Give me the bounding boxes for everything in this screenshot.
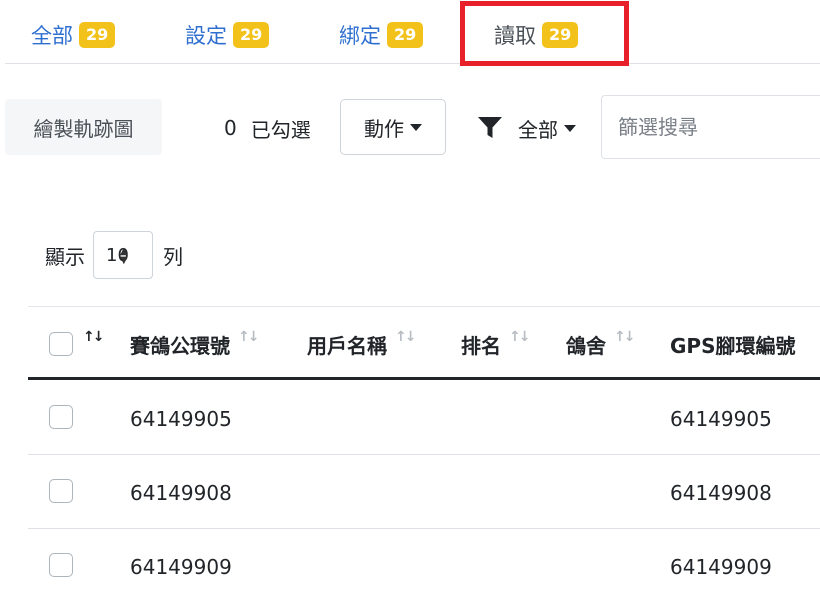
checked-count: 0 已勾選 [224, 112, 311, 144]
row-checkbox[interactable] [49, 479, 73, 503]
filter-dropdown[interactable]: 全部 [478, 112, 576, 144]
tab-bind-count-badge: 29 [387, 22, 424, 48]
filter-label: 全部 [518, 117, 558, 142]
caret-down-icon [564, 124, 576, 132]
sort-icon[interactable]: ↑↓ [83, 329, 105, 345]
checked-count-label: 已勾選 [250, 117, 311, 142]
page-size-control: 顯示 10 ▲ ▼ 列 [45, 231, 183, 279]
select-all-header: ↑↓ [49, 329, 105, 359]
active-tab-highlight-box [460, 1, 629, 66]
table-row: 64149909 64149909 [28, 529, 820, 593]
action-dropdown-button[interactable]: 動作 [340, 99, 446, 155]
tab-settings-label: 設定 [185, 24, 227, 48]
tab-all-label: 全部 [31, 24, 73, 48]
filter-icon [478, 117, 502, 138]
column-header-loft-label: 鴿舍 [566, 333, 606, 358]
table-header-row: ↑↓ 賽鴿公環號 ↑↓ 用戶名稱 ↑↓ 排名 ↑↓ 鴿舍 ↑↓ GPS腳環編號 [28, 307, 820, 380]
column-header-gps[interactable]: GPS腳環編號 [670, 329, 795, 359]
tab-settings-count-badge: 29 [233, 22, 270, 48]
row-checkbox[interactable] [49, 405, 73, 429]
ring-number-cell: 64149905 [130, 407, 232, 431]
caret-down-icon [410, 123, 422, 131]
sort-icon: ↑↓ [395, 329, 417, 345]
draw-trace-button[interactable]: 繪製軌跡圖 [5, 99, 162, 155]
row-checkbox[interactable] [49, 553, 73, 577]
tab-bar: 全部 29 設定 29 綁定 29 讀取 29 [5, 0, 820, 64]
table-row: 64149905 64149905 [28, 381, 820, 455]
page: 全部 29 設定 29 綁定 29 讀取 29 繪製軌跡圖 0 已勾選 動作 全… [0, 0, 820, 593]
gps-ring-cell: 64149909 [670, 555, 772, 579]
ring-number-cell: 64149908 [130, 481, 232, 505]
page-size-suffix: 列 [163, 244, 183, 269]
tab-bind-label: 綁定 [339, 24, 381, 48]
tab-settings[interactable]: 設定 29 [185, 18, 270, 52]
page-size-select[interactable]: 10 ▲ ▼ [93, 231, 153, 279]
sort-icon: ↑↓ [238, 329, 260, 345]
tab-all-count-badge: 29 [79, 22, 116, 48]
sort-icon: ↑↓ [509, 329, 531, 345]
column-header-ring-label: 賽鴿公環號 [130, 333, 230, 358]
column-header-user-label: 用戶名稱 [307, 333, 387, 358]
page-size-prefix: 顯示 [45, 244, 85, 269]
tab-all[interactable]: 全部 29 [31, 18, 116, 52]
checked-count-value: 0 [224, 116, 237, 140]
spinner-arrows-icon: ▲ ▼ [120, 246, 128, 266]
tab-bind[interactable]: 綁定 29 [339, 18, 424, 52]
column-header-loft[interactable]: 鴿舍 ↑↓ [566, 329, 636, 359]
select-all-checkbox[interactable] [49, 332, 73, 356]
sort-icon: ↑↓ [614, 329, 636, 345]
column-header-user[interactable]: 用戶名稱 ↑↓ [307, 329, 417, 359]
gps-ring-cell: 64149908 [670, 481, 772, 505]
column-header-rank[interactable]: 排名 ↑↓ [461, 329, 531, 359]
search-input[interactable] [601, 95, 820, 159]
column-header-ring[interactable]: 賽鴿公環號 ↑↓ [130, 329, 260, 359]
action-button-label: 動作 [364, 116, 404, 141]
table-row: 64149908 64149908 [28, 455, 820, 529]
column-header-gps-label: GPS腳環編號 [670, 333, 796, 358]
column-header-rank-label: 排名 [461, 333, 501, 358]
gps-ring-cell: 64149905 [670, 407, 772, 431]
ring-number-cell: 64149909 [130, 555, 232, 579]
